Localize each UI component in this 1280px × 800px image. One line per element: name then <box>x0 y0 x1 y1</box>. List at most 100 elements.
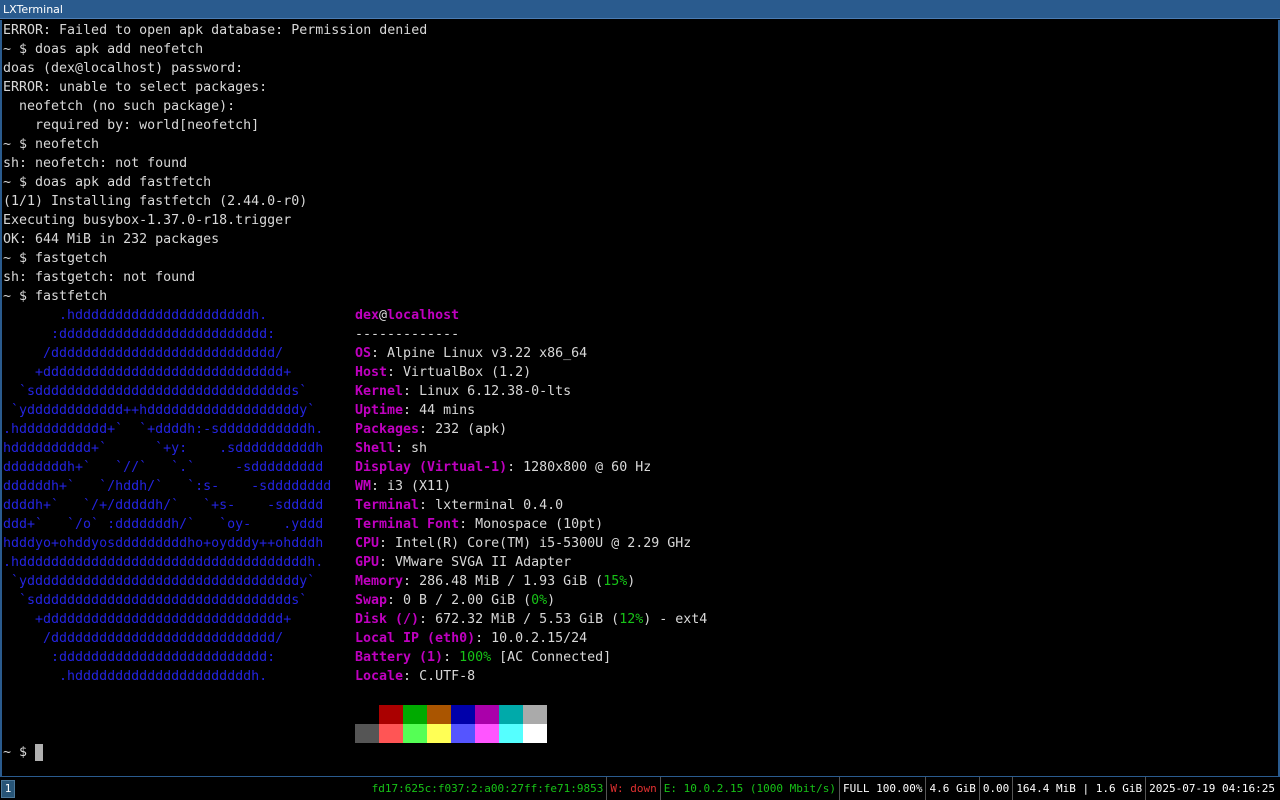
i3-status-bar: 1 fd17:625c:f037:2:a00:27ff:fe71:9853 W: … <box>0 776 1280 800</box>
logo-line: ddddddh+` `/hddh/` `:s- -sdddddddd <box>3 479 332 494</box>
color-swatch <box>427 705 451 724</box>
fastfetch-colon: : <box>443 650 460 665</box>
terminal-line: doas (dex@localhost) password: <box>3 61 244 76</box>
color-swatch <box>499 724 523 743</box>
fastfetch-key: Shell <box>355 441 396 456</box>
fastfetch-value: VirtualBox (1.2) <box>403 365 532 380</box>
username: dex <box>355 308 380 323</box>
color-swatch <box>499 705 523 724</box>
status-item: 4.6 GiB <box>926 777 980 800</box>
fastfetch-key: Locale <box>355 669 404 684</box>
logo-line: /dddddddddddddddddddddddddddd/ <box>3 631 284 646</box>
fastfetch-row: Terminal: lxterminal 0.4.0 <box>355 496 563 515</box>
fastfetch-value: 286.48 MiB / 1.93 GiB ( <box>419 574 604 589</box>
window-titlebar[interactable]: LXTerminal <box>0 0 1280 19</box>
terminal-area[interactable]: ERROR: Failed to open apk database: Perm… <box>0 20 1280 776</box>
color-swatch <box>427 724 451 743</box>
fastfetch-key: Local IP (eth0) <box>355 631 476 646</box>
fastfetch-row: Packages: 232 (apk) <box>355 420 507 439</box>
terminal-line: ~ $ fastfetch <box>3 289 108 304</box>
terminal-line: sh: neofetch: not found <box>3 156 188 171</box>
fastfetch-row: Memory: 286.48 MiB / 1.93 GiB (15%) <box>355 572 635 591</box>
status-item: 164.4 MiB | 1.6 GiB <box>1013 777 1147 800</box>
fastfetch-value-tail: ) <box>547 593 556 608</box>
workspace-button[interactable]: 1 <box>1 780 15 798</box>
fastfetch-value: 1280x800 @ 60 Hz <box>523 460 652 475</box>
fastfetch-colon: : <box>403 574 420 589</box>
terminal-line: neofetch (no such package): <box>3 99 236 114</box>
terminal-line: Executing busybox-1.37.0-r18.trigger <box>3 213 292 228</box>
color-swatch <box>403 724 427 743</box>
fastfetch-value: C.UTF-8 <box>419 669 476 684</box>
fastfetch-value: 10.0.2.15/24 <box>491 631 588 646</box>
fastfetch-row: OS: Alpine Linux v3.22 x86_64 <box>355 344 587 363</box>
terminal-line: ~ $ doas apk add neofetch <box>3 42 204 57</box>
fastfetch-row: Display (Virtual-1): 1280x800 @ 60 Hz <box>355 458 651 477</box>
fastfetch-colon: : <box>475 631 492 646</box>
fastfetch-row: GPU: VMware SVGA II Adapter <box>355 553 571 572</box>
fastfetch-key: Host <box>355 365 388 380</box>
fastfetch-title: dex@localhost <box>355 306 459 325</box>
color-swatch <box>523 724 547 743</box>
fastfetch-key: WM <box>355 479 372 494</box>
window-title: LXTerminal <box>3 3 63 16</box>
color-swatch <box>451 705 475 724</box>
fastfetch-key: OS <box>355 346 372 361</box>
logo-line: `sdddddddddddddddddddddddddddddddds` <box>3 593 308 608</box>
fastfetch-key: Terminal <box>355 498 420 513</box>
fastfetch-row: Swap: 0 B / 2.00 GiB (0%) <box>355 591 555 610</box>
fastfetch-percent: 100% <box>459 650 492 665</box>
fastfetch-value: Alpine Linux v3.22 x86_64 <box>387 346 588 361</box>
fastfetch-key: Uptime <box>355 403 404 418</box>
terminal-line: ERROR: unable to select packages: <box>3 80 268 95</box>
fastfetch-colon: : <box>387 593 404 608</box>
fastfetch-row: Uptime: 44 mins <box>355 401 475 420</box>
fastfetch-value: Linux 6.12.38-0-lts <box>419 384 572 399</box>
color-swatch <box>523 705 547 724</box>
fastfetch-value: 0 B / 2.00 GiB ( <box>403 593 532 608</box>
fastfetch-colon: : <box>371 346 388 361</box>
status-item: E: 10.0.2.15 (1000 Mbit/s) <box>661 777 840 800</box>
logo-line: :dddddddddddddddddddddddddd: <box>3 327 276 342</box>
logo-line: ddd+` `/o` :dddddddh/` `oy- .yddd <box>3 517 324 532</box>
logo-line: +dddddddddddddddddddddddddddddd+ <box>3 612 292 627</box>
fastfetch-key: Terminal Font <box>355 517 460 532</box>
text-cursor <box>35 744 43 761</box>
fastfetch-row: Terminal Font: Monospace (10pt) <box>355 515 603 534</box>
logo-line: hdddyo+ohddyosdddddddddho+oydddy++ohdddh <box>3 536 324 551</box>
fastfetch-value: i3 (X11) <box>387 479 452 494</box>
fastfetch-key: Memory <box>355 574 404 589</box>
fastfetch-colon: : <box>395 441 412 456</box>
fastfetch-value: lxterminal 0.4.0 <box>435 498 564 513</box>
fastfetch-value-tail: [AC Connected] <box>491 650 612 665</box>
fastfetch-colon: : <box>387 365 404 380</box>
color-swatch <box>451 724 475 743</box>
fastfetch-percent: 15% <box>603 574 628 589</box>
fastfetch-row: Locale: C.UTF-8 <box>355 667 475 686</box>
status-items: fd17:625c:f037:2:a00:27ff:fe71:9853 W: do… <box>369 777 1278 800</box>
shell-prompt: ~ $ <box>3 745 36 760</box>
fastfetch-row: Local IP (eth0): 10.0.2.15/24 <box>355 629 587 648</box>
terminal-line: (1/1) Installing fastfetch (2.44.0-r0) <box>3 194 308 209</box>
fastfetch-colon: : <box>419 422 436 437</box>
fastfetch-value: VMware SVGA II Adapter <box>395 555 572 570</box>
fastfetch-colon: : <box>379 555 396 570</box>
logo-line: .hddddddddddddddddddddddddddddddddddddh. <box>3 555 324 570</box>
logo-line: `sdddddddddddddddddddddddddddddddds` <box>3 384 308 399</box>
fastfetch-row: Shell: sh <box>355 439 427 458</box>
fastfetch-row: Host: VirtualBox (1.2) <box>355 363 531 382</box>
logo-line: ddddh+` `/+/dddddh/` `+s- -sddddd <box>3 498 324 513</box>
terminal-line: sh: fastgetch: not found <box>3 270 196 285</box>
fastfetch-key: Display (Virtual-1) <box>355 460 508 475</box>
terminal-line: ~ $ doas apk add fastfetch <box>3 175 212 190</box>
fastfetch-value: 672.32 MiB / 5.53 GiB ( <box>435 612 620 627</box>
fastfetch-colon: : <box>507 460 524 475</box>
fastfetch-colon: : <box>403 384 420 399</box>
logo-line: /dddddddddddddddddddddddddddd/ <box>3 346 284 361</box>
terminal-line: ~ $ neofetch <box>3 137 100 152</box>
status-item: 0.00 <box>980 777 1014 800</box>
fastfetch-value-tail: ) - ext4 <box>643 612 708 627</box>
logo-line: `yddddddddddddddddddddddddddddddddddy` <box>3 574 316 589</box>
fastfetch-colon: : <box>403 403 420 418</box>
status-item: 2025-07-19 04:16:25 <box>1149 782 1275 795</box>
